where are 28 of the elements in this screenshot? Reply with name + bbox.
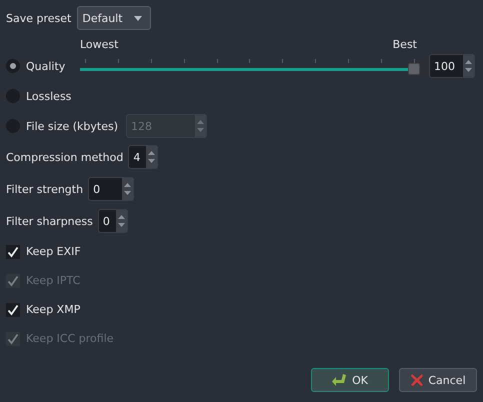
preset-dropdown[interactable]: Default: [77, 6, 152, 30]
checkbox-label: Keep ICC profile: [26, 332, 114, 345]
close-icon: [410, 373, 424, 387]
spin-arrows-icon: [124, 182, 132, 196]
radio-label: File size (kbytes): [26, 120, 118, 132]
spinbox-label: Filter strength: [6, 182, 84, 196]
ok-button[interactable]: OK: [311, 368, 389, 392]
spinbox-label: Filter sharpness: [6, 214, 93, 228]
scale-low-label: Lowest: [80, 38, 118, 51]
spin-arrows-icon: [197, 119, 204, 133]
checkbox-label: Keep IPTC: [26, 274, 80, 287]
radio-label: Lossless: [26, 90, 72, 102]
quality-spinbox[interactable]: 100: [429, 54, 475, 78]
cancel-button[interactable]: Cancel: [399, 368, 477, 392]
checkbox-label: Keep EXIF: [26, 245, 81, 258]
dropdown-arrow-icon: [134, 16, 142, 20]
number-spinbox[interactable]: 0: [98, 209, 128, 233]
radio-label: Quality: [26, 60, 66, 72]
preset-label: Save preset: [6, 12, 72, 24]
spin-arrows-icon: [118, 214, 125, 228]
spin-arrows-icon: [465, 59, 472, 73]
spin-arrows-icon: [148, 150, 156, 164]
number-spinbox[interactable]: 4: [128, 145, 158, 169]
scale-high-label: Best: [392, 38, 417, 51]
number-spinbox[interactable]: 0: [88, 177, 134, 201]
radio-button[interactable]: [6, 59, 20, 73]
spinbox-label: Compression method: [6, 150, 124, 164]
checkbox-label: Keep XMP: [26, 303, 80, 316]
